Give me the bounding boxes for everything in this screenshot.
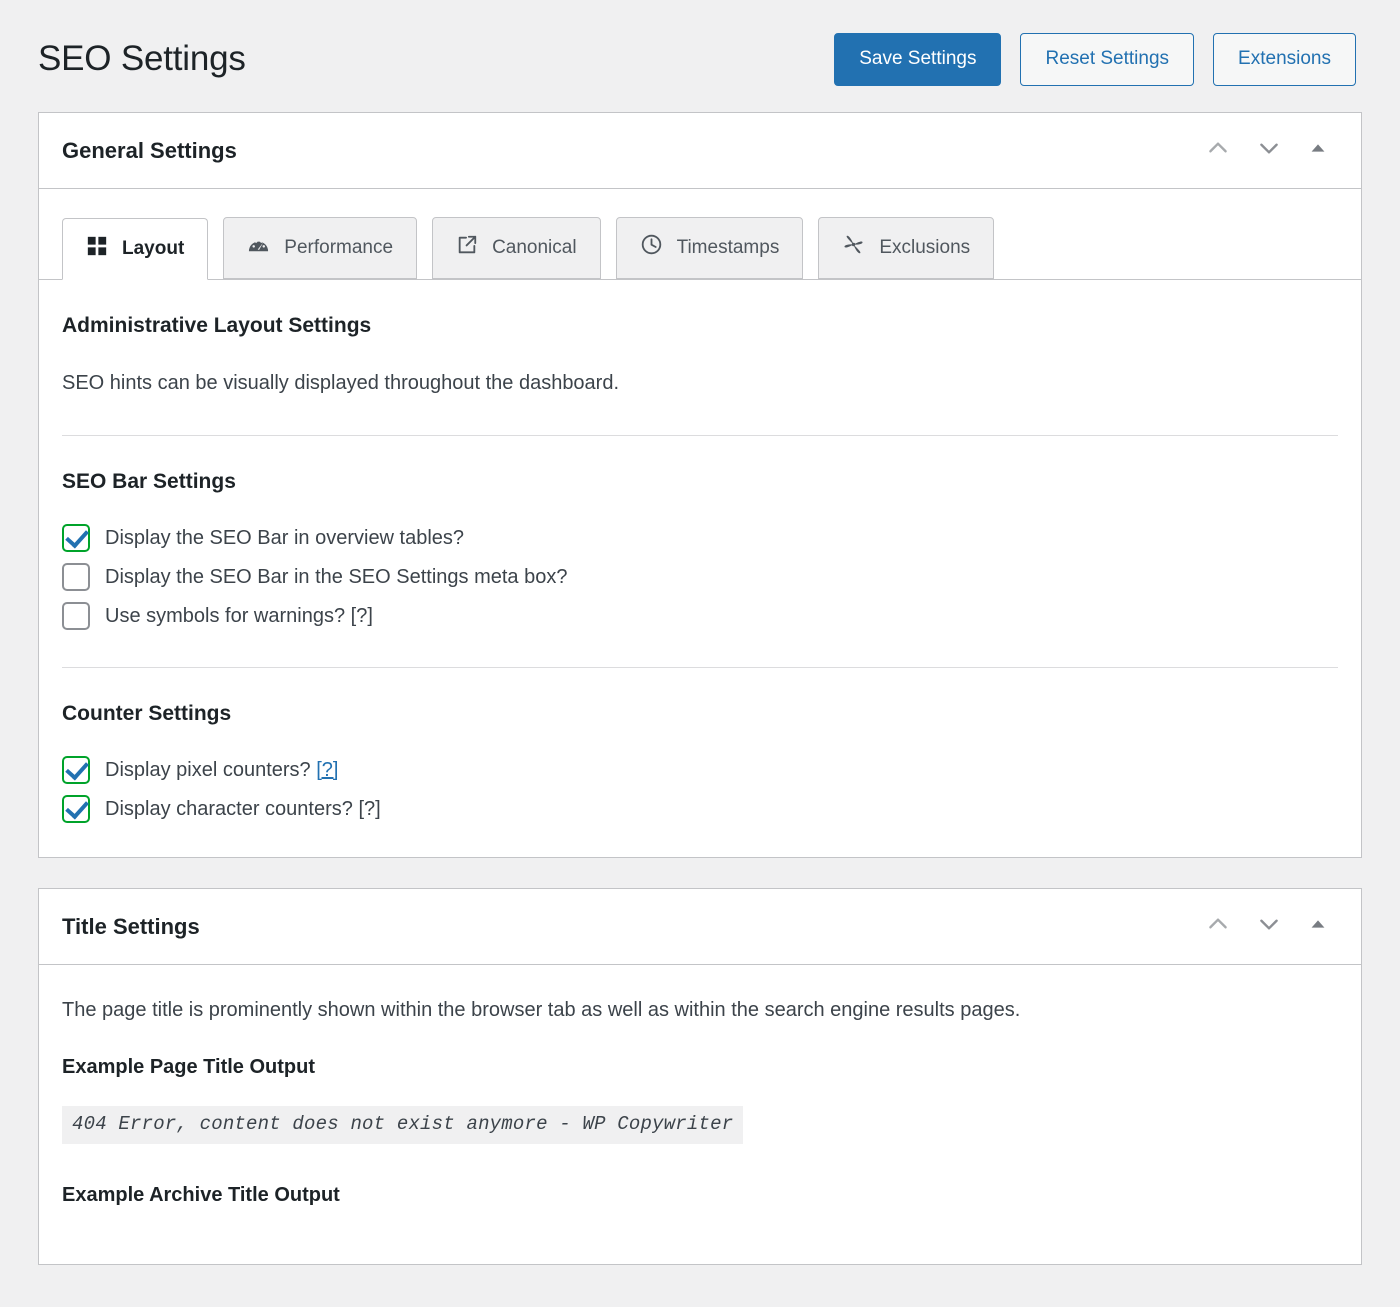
- checkbox-row-display-pixel-counters[interactable]: Display pixel counters? [?]: [62, 756, 1338, 784]
- extensions-button[interactable]: Extensions: [1213, 33, 1356, 86]
- checkbox-seo-bar-overview-tables[interactable]: [62, 524, 90, 552]
- tab-performance-label: Performance: [284, 237, 393, 259]
- checkbox-label-seo-bar-overview-tables: Display the SEO Bar in overview tables?: [105, 526, 464, 550]
- title-settings-description: The page title is prominently shown with…: [62, 999, 1338, 1022]
- title-settings-card: Title Settings The page title is promine…: [38, 888, 1362, 1265]
- exclusions-icon: [842, 233, 865, 262]
- tab-canonical-label: Canonical: [492, 237, 577, 259]
- reset-settings-button[interactable]: Reset Settings: [1020, 33, 1194, 86]
- checkbox-row-seo-bar-overview-tables[interactable]: Display the SEO Bar in overview tables?: [62, 524, 1338, 552]
- checkbox-seo-bar-meta-box[interactable]: [62, 563, 90, 591]
- tab-canonical[interactable]: Canonical: [432, 217, 601, 279]
- layout-tab-panel: Administrative Layout Settings SEO hints…: [39, 280, 1361, 857]
- save-settings-button[interactable]: Save Settings: [834, 33, 1001, 86]
- title-settings-body: The page title is prominently shown with…: [39, 965, 1361, 1264]
- tab-layout-label: Layout: [122, 238, 184, 260]
- tab-timestamps[interactable]: Timestamps: [616, 217, 804, 279]
- tab-performance[interactable]: Performance: [223, 217, 417, 279]
- seo-bar-checkbox-list: Display the SEO Bar in overview tables? …: [62, 524, 1338, 630]
- general-settings-header-icons: [1205, 135, 1337, 166]
- chevron-up-icon[interactable]: [1205, 135, 1231, 166]
- page-header: SEO Settings Save Settings Reset Setting…: [0, 0, 1400, 112]
- example-page-title-value: 404 Error, content does not exist anymor…: [62, 1106, 743, 1144]
- checkbox-label-display-character-counters: Display character counters? [?]: [105, 797, 381, 821]
- clock-icon: [640, 233, 663, 262]
- example-page-title-label: Example Page Title Output: [62, 1056, 1338, 1079]
- administrative-layout-heading: Administrative Layout Settings: [62, 314, 1338, 338]
- checkbox-label-display-pixel-counters: Display pixel counters? [?]: [105, 758, 338, 782]
- collapse-triangle-icon[interactable]: [1307, 913, 1329, 940]
- pixel-counters-help-link[interactable]: [?]: [316, 759, 338, 781]
- counter-settings-heading: Counter Settings: [62, 702, 1338, 726]
- tabs-underline: [39, 279, 1361, 280]
- tab-exclusions-label: Exclusions: [879, 237, 970, 259]
- tab-timestamps-label: Timestamps: [677, 237, 780, 259]
- tab-layout[interactable]: Layout: [62, 218, 208, 280]
- general-settings-header: General Settings: [39, 113, 1361, 189]
- general-settings-title: General Settings: [62, 138, 237, 164]
- chevron-up-icon[interactable]: [1205, 911, 1231, 942]
- general-settings-tabs-wrap: Layout Performance: [39, 189, 1361, 280]
- title-settings-header-icons: [1205, 911, 1337, 942]
- title-settings-header: Title Settings: [39, 889, 1361, 965]
- checkbox-display-character-counters[interactable]: [62, 795, 90, 823]
- checkbox-label-seo-bar-meta-box: Display the SEO Bar in the SEO Settings …: [105, 565, 567, 589]
- counter-checkbox-list: Display pixel counters? [?] Display char…: [62, 756, 1338, 823]
- checkbox-row-display-character-counters[interactable]: Display character counters? [?]: [62, 795, 1338, 823]
- seo-bar-settings-heading: SEO Bar Settings: [62, 470, 1338, 494]
- checkbox-row-use-symbols-warnings[interactable]: Use symbols for warnings? [?]: [62, 602, 1338, 630]
- tab-exclusions[interactable]: Exclusions: [818, 217, 994, 279]
- section-divider: [62, 435, 1338, 436]
- administrative-layout-paragraph: SEO hints can be visually displayed thro…: [62, 368, 1338, 398]
- external-link-icon: [456, 234, 478, 262]
- collapse-triangle-icon[interactable]: [1307, 137, 1329, 164]
- general-settings-tabs: Layout Performance: [62, 217, 1361, 279]
- checkbox-row-seo-bar-meta-box[interactable]: Display the SEO Bar in the SEO Settings …: [62, 563, 1338, 591]
- general-settings-card: General Settings: [38, 112, 1362, 858]
- section-divider: [62, 667, 1338, 668]
- checkbox-display-pixel-counters[interactable]: [62, 756, 90, 784]
- grid-icon: [86, 235, 108, 263]
- checkbox-label-text: Display pixel counters?: [105, 759, 311, 781]
- example-archive-title-label: Example Archive Title Output: [62, 1184, 1338, 1207]
- checkbox-label-use-symbols-warnings: Use symbols for warnings? [?]: [105, 604, 373, 628]
- header-actions: Save Settings Reset Settings Extensions: [834, 33, 1364, 86]
- chevron-down-icon[interactable]: [1256, 911, 1282, 942]
- gauge-icon: [247, 233, 270, 262]
- title-settings-title: Title Settings: [62, 914, 200, 940]
- page-title: SEO Settings: [38, 40, 246, 79]
- checkbox-use-symbols-warnings[interactable]: [62, 602, 90, 630]
- chevron-down-icon[interactable]: [1256, 135, 1282, 166]
